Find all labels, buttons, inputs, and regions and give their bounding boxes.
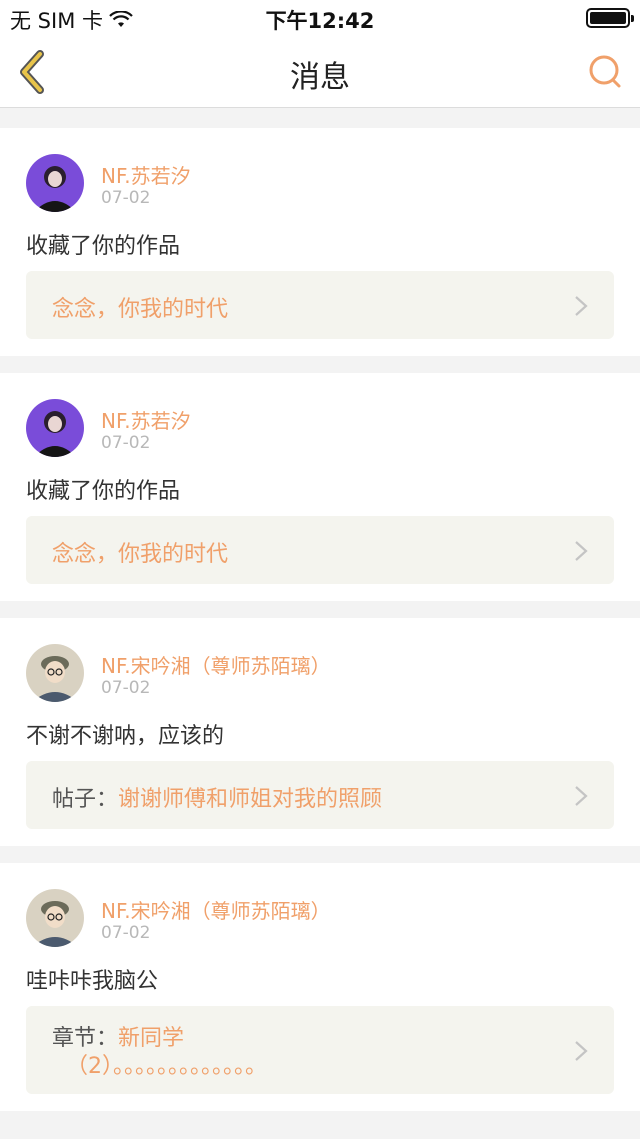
message-date: 07-02 — [101, 433, 151, 453]
avatar[interactable] — [26, 154, 84, 212]
status-bar: 无 SIM 卡 下午12:42 — [0, 0, 640, 36]
chevron-right-icon — [575, 786, 588, 806]
avatar[interactable] — [26, 889, 84, 947]
message-card: NF.苏若汐 07-02 收藏了你的作品 念念，你我的时代 — [0, 373, 640, 601]
username[interactable]: NF.宋吟湘（尊师苏陌璃） — [101, 895, 331, 924]
page-title: 消息 — [290, 60, 350, 95]
post-reference-link[interactable]: 帖子：谢谢师傅和师姐对我的照顾 — [26, 761, 614, 829]
search-button[interactable] — [586, 52, 626, 92]
ref-prefix: 帖子： — [52, 787, 119, 812]
message-list: NF.苏若汐 07-02 收藏了你的作品 念念，你我的时代 NF.苏若汐 07-… — [0, 128, 640, 1128]
message-date: 07-02 — [101, 188, 151, 208]
message-text: 哇咔咔我脑公 — [26, 969, 159, 994]
username[interactable]: NF.苏若汐 — [101, 405, 191, 434]
message-date: 07-02 — [101, 678, 151, 698]
ref-title: 念念，你我的时代 — [52, 542, 229, 567]
avatar[interactable] — [26, 644, 84, 702]
message-card: NF.宋吟湘（尊师苏陌璃） 07-02 哇咔咔我脑公 章节：新同学 （2）。。。… — [0, 863, 640, 1111]
message-card: NF.宋吟湘（尊师苏陌璃） 07-02 不谢不谢呐，应该的 帖子：谢谢师傅和师姐… — [0, 618, 640, 846]
ref-text: 念念，你我的时代 — [52, 536, 228, 568]
chevron-right-icon — [575, 296, 588, 316]
status-time: 下午12:42 — [265, 9, 375, 33]
chevron-right-icon — [575, 541, 588, 561]
search-icon — [589, 55, 621, 88]
ref-title: 念念，你我的时代 — [52, 297, 229, 322]
chapter-reference-link[interactable]: 章节：新同学 （2）。。。。。。。。。。。。。 — [26, 1006, 614, 1094]
message-text: 收藏了你的作品 — [26, 234, 181, 259]
ref-title-continued: （2）。。。。。。。。。。。。。 — [66, 1054, 267, 1079]
username[interactable]: NF.宋吟湘（尊师苏陌璃） — [101, 650, 331, 679]
chevron-right-icon — [575, 1041, 588, 1061]
work-reference-link[interactable]: 念念，你我的时代 — [26, 516, 614, 584]
nav-bar: 消息 — [0, 36, 640, 108]
username[interactable]: NF.苏若汐 — [101, 160, 191, 189]
message-card: NF.苏若汐 07-02 收藏了你的作品 念念，你我的时代 — [0, 128, 640, 356]
message-text: 收藏了你的作品 — [26, 479, 181, 504]
message-date: 07-02 — [101, 923, 151, 943]
battery-icon — [586, 8, 634, 28]
ref-title: 谢谢师傅和师姐对我的照顾 — [118, 787, 383, 812]
ref-text: 念念，你我的时代 — [52, 291, 228, 323]
avatar[interactable] — [26, 399, 84, 457]
work-reference-link[interactable]: 念念，你我的时代 — [26, 271, 614, 339]
ref-text: 帖子：谢谢师傅和师姐对我的照顾 — [52, 781, 382, 813]
message-text: 不谢不谢呐，应该的 — [26, 724, 225, 749]
